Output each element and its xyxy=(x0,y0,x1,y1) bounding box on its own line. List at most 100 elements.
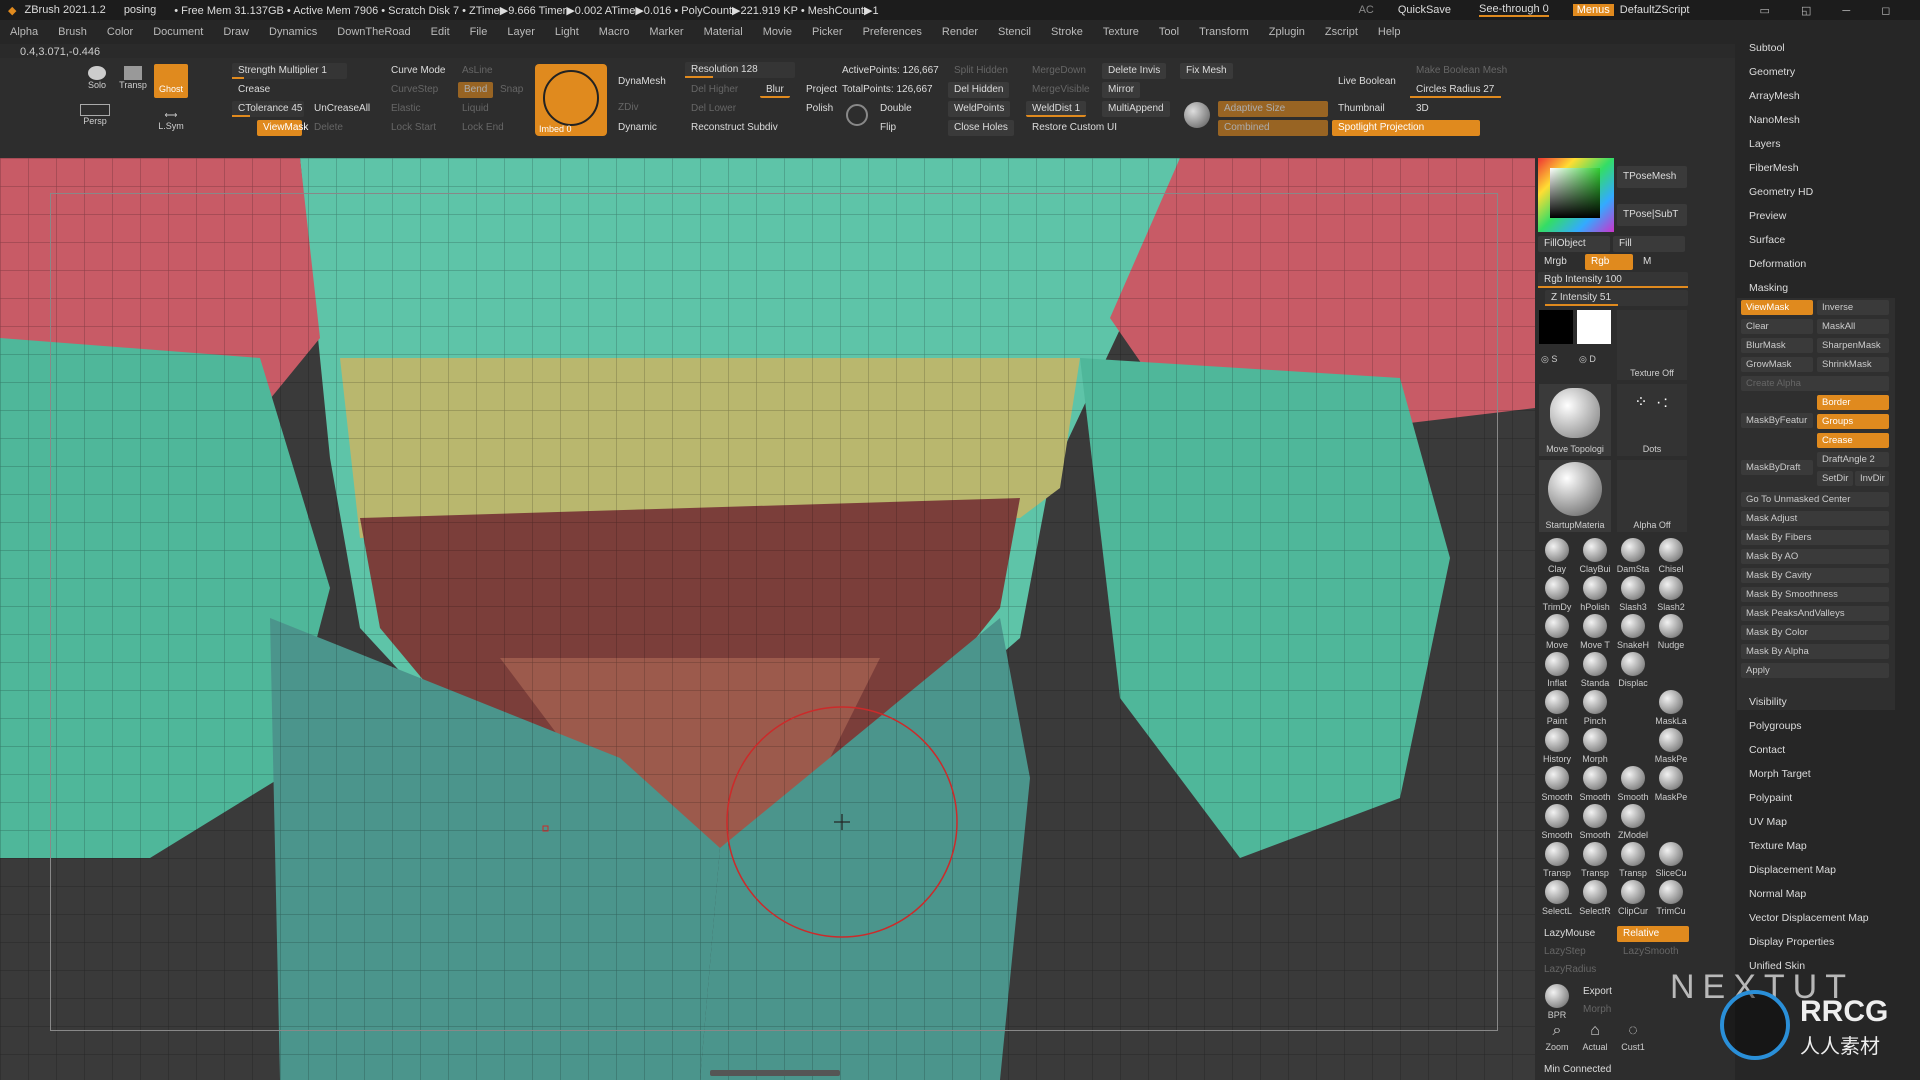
brush-button[interactable]: Smooth xyxy=(1577,804,1613,842)
tool-menu-item[interactable]: Vector Displacement Map xyxy=(1749,912,1869,924)
menu-item[interactable]: Movie xyxy=(753,26,802,38)
circles-radius-slider[interactable]: Circles Radius 27 xyxy=(1410,82,1518,98)
brush-button[interactable]: Smooth xyxy=(1615,766,1651,804)
menu-item[interactable]: Brush xyxy=(48,26,97,38)
masking-button[interactable]: Groups xyxy=(1817,414,1889,429)
curvestep-slider[interactable]: CurveStep xyxy=(385,82,444,98)
polish-button[interactable]: Polish xyxy=(800,101,839,117)
brush-button[interactable]: Clay xyxy=(1539,538,1575,576)
adaptive-size-button[interactable]: Adaptive Size xyxy=(1218,101,1328,117)
reconstruct-subdiv-button[interactable]: Reconstruct Subdiv xyxy=(685,120,784,136)
menu-item[interactable]: Material xyxy=(694,26,753,38)
masking-button[interactable]: Mask By Color xyxy=(1741,625,1889,640)
s-swap-icon[interactable]: ◎ S xyxy=(1541,354,1569,376)
texture-slot[interactable]: Texture Off xyxy=(1617,310,1687,380)
lazymouse-button[interactable]: LazyMouse xyxy=(1538,926,1601,942)
dynamic-button[interactable]: Dynamic xyxy=(612,120,663,136)
brush-button[interactable]: MaskPe xyxy=(1653,766,1689,804)
brush-button[interactable]: Transp xyxy=(1615,842,1651,880)
brush-button[interactable]: Nudge xyxy=(1653,614,1689,652)
transp-button[interactable]: Transp xyxy=(118,66,148,90)
fill-button[interactable]: Fill xyxy=(1613,236,1685,252)
restore-custom-ui-button[interactable]: Restore Custom UI xyxy=(1026,120,1123,136)
stroke-slot[interactable]: ⁘ ·: Dots xyxy=(1617,384,1687,456)
masking-button[interactable]: Mask By Fibers xyxy=(1741,530,1889,545)
viewmask-shelf-button[interactable]: ViewMask xyxy=(257,120,308,136)
actual-button[interactable]: ⌂ Actual xyxy=(1577,1022,1613,1060)
menu-item[interactable]: Marker xyxy=(639,26,693,38)
split-hidden-button[interactable]: Split Hidden xyxy=(948,63,1014,79)
masking-button[interactable]: BlurMask xyxy=(1741,338,1813,353)
cust1-button[interactable]: ◌ Cust1 xyxy=(1615,1022,1651,1060)
del-higher-button[interactable]: Del Higher xyxy=(685,82,744,98)
masking-button[interactable]: MaskByDraft xyxy=(1741,460,1813,475)
flip-button[interactable]: Flip xyxy=(874,120,902,136)
menu-item[interactable]: Transform xyxy=(1189,26,1259,38)
delete-button[interactable]: Delete xyxy=(308,120,349,136)
brush-button[interactable]: Displac xyxy=(1615,652,1651,690)
brush-button[interactable]: SelectR xyxy=(1577,880,1613,918)
masking-button[interactable]: InvDir xyxy=(1855,471,1889,486)
crease-button[interactable]: Crease xyxy=(232,82,276,98)
brush-button[interactable]: Standa xyxy=(1577,652,1613,690)
zscript-label[interactable]: DefaultZScript xyxy=(1620,4,1690,16)
mrgb-button[interactable]: Mrgb xyxy=(1538,254,1573,270)
imbed-label[interactable]: Imbed 0 xyxy=(539,124,572,134)
menu-item[interactable]: Alpha xyxy=(0,26,48,38)
min-connected-button[interactable]: Min Connected xyxy=(1538,1062,1617,1078)
mirror-button[interactable]: Mirror xyxy=(1102,82,1141,98)
lsym-button[interactable]: ⟷ L.Sym xyxy=(154,110,188,131)
d-default-icon[interactable]: ◎ D xyxy=(1579,354,1607,376)
mergedown-button[interactable]: MergeDown xyxy=(1026,63,1092,79)
make-boolean-mesh-button[interactable]: Make Boolean Mesh xyxy=(1410,63,1513,79)
tool-menu-item[interactable]: Subtool xyxy=(1749,42,1785,54)
masking-button[interactable]: Apply xyxy=(1741,663,1889,678)
brush-button[interactable]: Slash3 xyxy=(1615,576,1651,614)
menu-item[interactable]: Preferences xyxy=(853,26,932,38)
double-button[interactable]: Double xyxy=(874,101,918,117)
menu-item[interactable]: Picker xyxy=(802,26,853,38)
menu-item[interactable]: Edit xyxy=(421,26,460,38)
alpha-slot[interactable]: Alpha Off xyxy=(1617,460,1687,532)
tool-menu-item[interactable]: Masking xyxy=(1749,282,1788,294)
masking-button[interactable]: Mask PeaksAndValleys xyxy=(1741,606,1889,621)
menu-item[interactable]: Stroke xyxy=(1041,26,1093,38)
tool-menu-item[interactable]: Layers xyxy=(1749,138,1781,150)
color-gradient-square[interactable] xyxy=(1550,168,1600,218)
delete-invis-button[interactable]: Delete Invis xyxy=(1102,63,1167,79)
brush-button[interactable]: Move xyxy=(1539,614,1575,652)
brush-button[interactable]: SelectL xyxy=(1539,880,1575,918)
brush-button[interactable]: Slash2 xyxy=(1653,576,1689,614)
menu-item[interactable]: Stencil xyxy=(988,26,1041,38)
masking-button[interactable]: Go To Unmasked Center xyxy=(1741,492,1889,507)
curve-mode-button[interactable]: Curve Mode xyxy=(385,63,451,79)
tool-menu-item[interactable]: Preview xyxy=(1749,210,1786,222)
brush-button[interactable]: hPolish xyxy=(1577,576,1613,614)
tool-menu-item[interactable]: Normal Map xyxy=(1749,888,1806,900)
brush-button[interactable]: Pinch xyxy=(1577,690,1613,728)
lock-start-button[interactable]: Lock Start xyxy=(385,120,442,136)
tool-menu-item[interactable]: Displacement Map xyxy=(1749,864,1836,876)
rgb-intensity-slider[interactable]: Rgb Intensity 100 xyxy=(1538,272,1688,288)
menu-item[interactable]: Color xyxy=(97,26,143,38)
fix-mesh-button[interactable]: Fix Mesh xyxy=(1180,63,1233,79)
tposemesh-button[interactable]: TPoseMesh xyxy=(1617,166,1687,188)
masking-button[interactable]: Mask By Smoothness xyxy=(1741,587,1889,602)
dynamesh-button[interactable]: DynaMesh xyxy=(612,74,672,90)
brush-button[interactable]: History xyxy=(1539,728,1575,766)
masking-button[interactable]: Mask By Alpha xyxy=(1741,644,1889,659)
brush-button[interactable]: ClayBui xyxy=(1577,538,1613,576)
brush-button[interactable]: Morph xyxy=(1577,728,1613,766)
menu-item[interactable]: Draw xyxy=(213,26,259,38)
menu-item[interactable]: File xyxy=(460,26,498,38)
masking-button[interactable]: Mask By Cavity xyxy=(1741,568,1889,583)
masking-button[interactable]: MaskByFeatur xyxy=(1741,413,1813,428)
menu-item[interactable]: Light xyxy=(545,26,589,38)
masking-button[interactable]: Crease xyxy=(1817,433,1889,448)
tool-menu-item[interactable]: Visibility xyxy=(1749,696,1787,708)
seethrough-slider[interactable]: See-through 0 xyxy=(1479,3,1549,17)
lock-end-button[interactable]: Lock End xyxy=(456,120,510,136)
dynamesh-orb[interactable]: Imbed 0 xyxy=(535,64,607,136)
blur-slider[interactable]: Blur xyxy=(760,82,790,98)
brush-button[interactable]: TrimCu xyxy=(1653,880,1689,918)
